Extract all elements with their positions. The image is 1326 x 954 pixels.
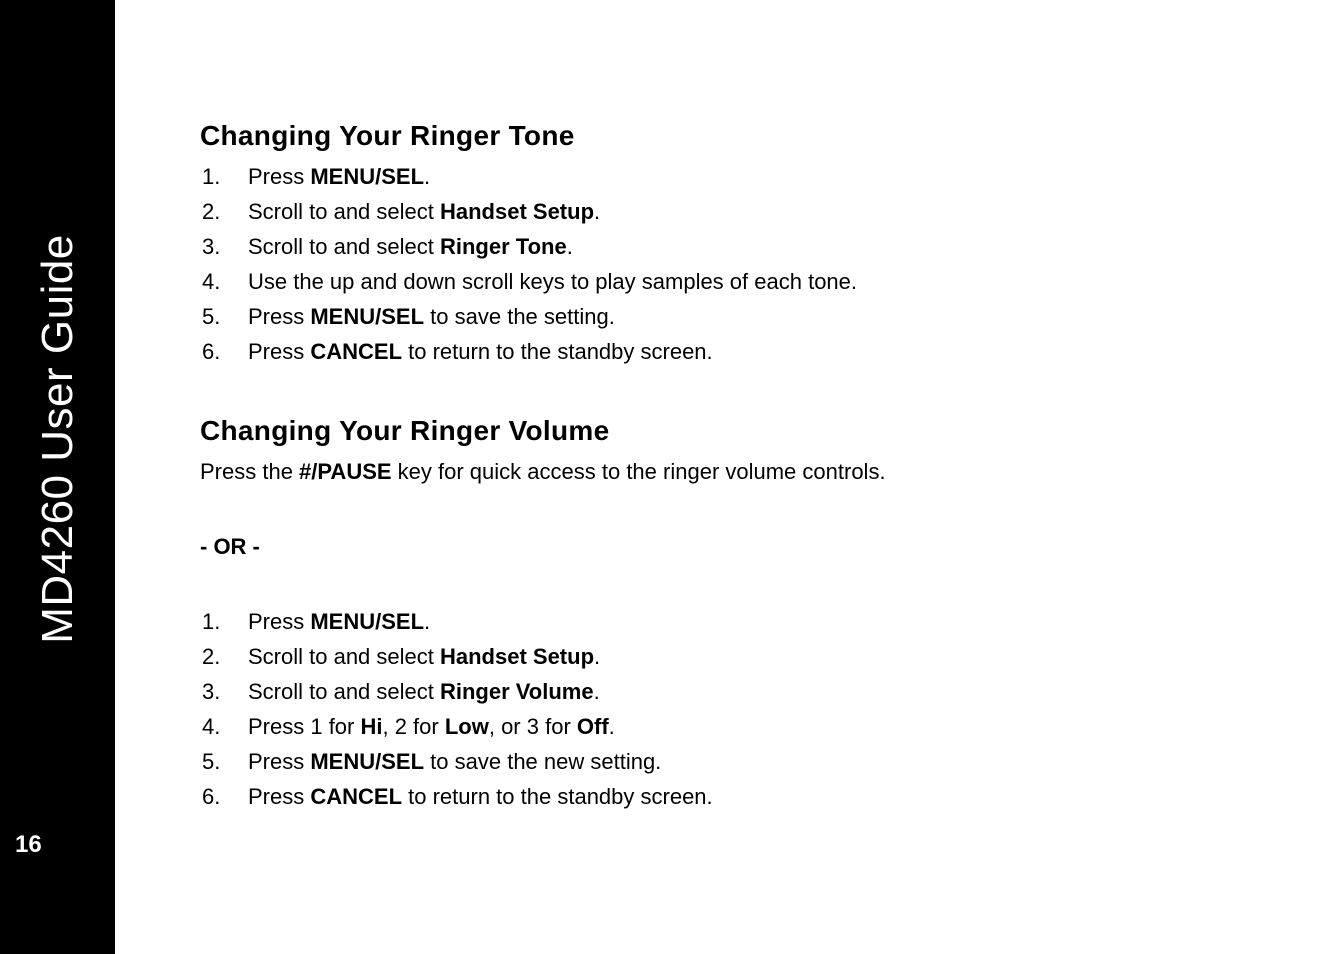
list-text: Press MENU/SEL. (248, 605, 1246, 638)
list-item: 5. Press MENU/SEL to save the setting. (200, 300, 1246, 333)
list-number: 3. (200, 230, 248, 263)
list-text: Scroll to and select Handset Setup. (248, 640, 1246, 673)
list-number: 3. (200, 675, 248, 708)
list-number: 4. (200, 265, 248, 298)
list-text: Scroll to and select Ringer Tone. (248, 230, 1246, 263)
list-text: Scroll to and select Ringer Volume. (248, 675, 1246, 708)
list-item: 4. Use the up and down scroll keys to pl… (200, 265, 1246, 298)
page-content: Changing Your Ringer Tone 1. Press MENU/… (115, 0, 1326, 954)
list-item: 5. Press MENU/SEL to save the new settin… (200, 745, 1246, 778)
list-text: Scroll to and select Handset Setup. (248, 195, 1246, 228)
list-item: 1. Press MENU/SEL. (200, 160, 1246, 193)
or-separator: - OR - (200, 530, 1246, 563)
list-text: Press MENU/SEL to save the new setting. (248, 745, 1246, 778)
list-item: 6. Press CANCEL to return to the standby… (200, 780, 1246, 813)
list-number: 6. (200, 335, 248, 368)
list-item: 2. Scroll to and select Handset Setup. (200, 640, 1246, 673)
section-heading-ringer-volume: Changing Your Ringer Volume (200, 410, 1246, 452)
list-text: Press CANCEL to return to the standby sc… (248, 335, 1246, 368)
list-number: 2. (200, 640, 248, 673)
list-item: 3. Scroll to and select Ringer Tone. (200, 230, 1246, 263)
list-text: Press CANCEL to return to the standby sc… (248, 780, 1246, 813)
list-item: 2. Scroll to and select Handset Setup. (200, 195, 1246, 228)
list-text: Press 1 for Hi, 2 for Low, or 3 for Off. (248, 710, 1246, 743)
list-number: 6. (200, 780, 248, 813)
list-number: 5. (200, 300, 248, 333)
list-text: Press MENU/SEL. (248, 160, 1246, 193)
list-number: 5. (200, 745, 248, 778)
list-item: 6. Press CANCEL to return to the standby… (200, 335, 1246, 368)
list-number: 1. (200, 605, 248, 638)
list-number: 2. (200, 195, 248, 228)
sidebar: MD4260 User Guide 16 (0, 0, 115, 954)
page-number: 16 (15, 831, 42, 859)
document-title: MD4260 User Guide (33, 234, 83, 644)
list-text: Press MENU/SEL to save the setting. (248, 300, 1246, 333)
list-number: 4. (200, 710, 248, 743)
section-intro: Press the #/PAUSE key for quick access t… (200, 455, 1246, 488)
list-item: 1. Press MENU/SEL. (200, 605, 1246, 638)
section-heading-ringer-tone: Changing Your Ringer Tone (200, 115, 1246, 157)
list-number: 1. (200, 160, 248, 193)
list-text: Use the up and down scroll keys to play … (248, 265, 1246, 298)
list-item: 3. Scroll to and select Ringer Volume. (200, 675, 1246, 708)
list-item: 4. Press 1 for Hi, 2 for Low, or 3 for O… (200, 710, 1246, 743)
